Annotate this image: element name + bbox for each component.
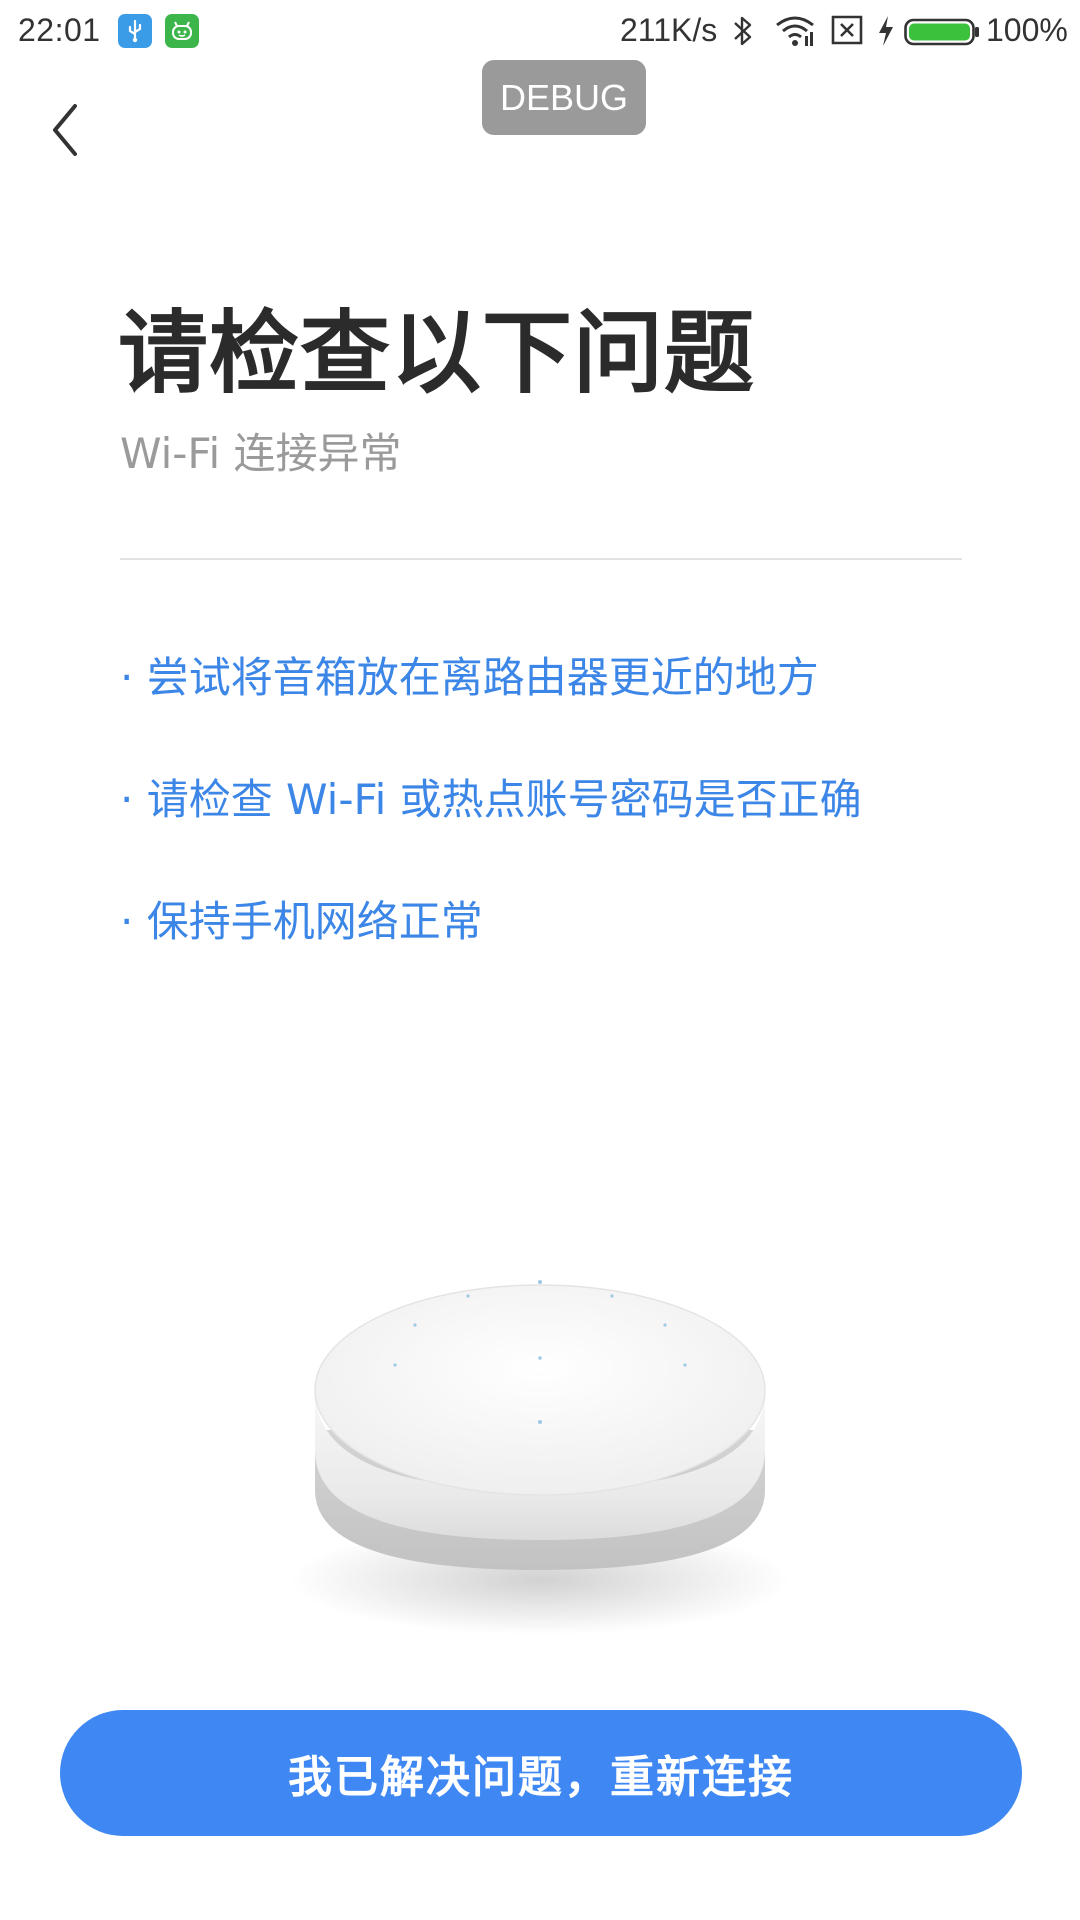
usb-icon bbox=[118, 14, 152, 48]
status-time: 22:01 bbox=[18, 12, 101, 48]
sim-off-icon bbox=[830, 14, 864, 54]
net-speed: 211K/s bbox=[620, 12, 718, 48]
debug-badge: DEBUG bbox=[482, 60, 646, 135]
robot-icon bbox=[165, 14, 199, 48]
tip-check-password: · 请检查 Wi-Fi 或热点账号密码是否正确 bbox=[120, 775, 862, 824]
tip-network-normal: · 保持手机网络正常 bbox=[120, 897, 483, 946]
chevron-left-icon bbox=[53, 104, 77, 156]
wifi-icon bbox=[775, 14, 815, 56]
back-button[interactable] bbox=[30, 90, 100, 170]
charging-icon bbox=[876, 14, 896, 56]
status-bar: 22:01 211K/s 100% bbox=[0, 0, 1080, 62]
bluetooth-icon bbox=[732, 14, 754, 56]
battery-icon bbox=[904, 16, 980, 54]
battery-percent: 100% bbox=[986, 12, 1068, 48]
tips-list: · 尝试将音箱放在离路由器更近的地方 · 请检查 Wi-Fi 或热点账号密码是否… bbox=[120, 648, 1020, 1014]
reconnect-button[interactable]: 我已解决问题，重新连接 bbox=[60, 1710, 1022, 1836]
page-title: 请检查以下问题 bbox=[118, 301, 755, 406]
page-subtitle: Wi-Fi 连接异常 bbox=[120, 429, 402, 478]
tip-move-closer: · 尝试将音箱放在离路由器更近的地方 bbox=[120, 653, 819, 702]
speaker-image bbox=[290, 1280, 790, 1635]
page: 22:01 211K/s 100% DEBUG 请检查以下问题 Wi-Fi 连接… bbox=[0, 0, 1080, 1920]
divider bbox=[120, 558, 962, 560]
